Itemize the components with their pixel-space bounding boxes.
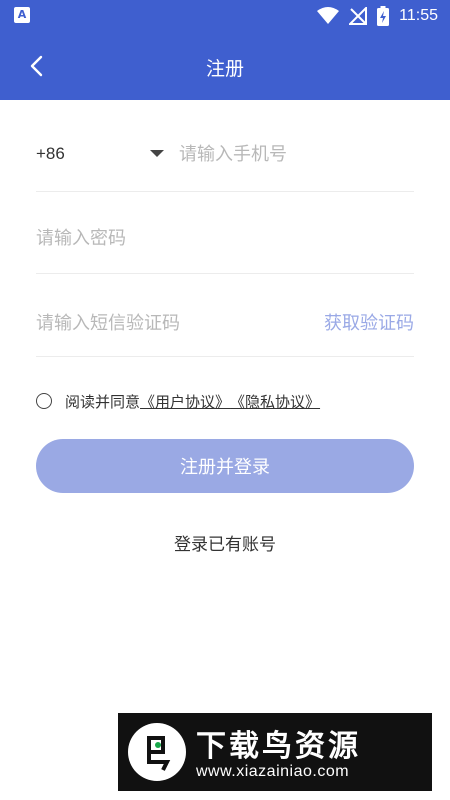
battery-charging-icon (377, 6, 390, 26)
existing-account-login-link[interactable]: 登录已有账号 (0, 530, 450, 555)
notification-icon: A (14, 7, 30, 23)
user-agreement-link[interactable]: 《用户协议》 (140, 391, 230, 412)
agreement-row: 阅读并同意 《用户协议》 《隐私协议》 (36, 389, 320, 413)
sms-code-input[interactable]: 请输入短信验证码 (36, 309, 180, 335)
watermark-url: www.xiazainiao.com (196, 763, 350, 780)
phone-input[interactable]: 请输入手机号 (179, 140, 287, 166)
agree-radio[interactable] (36, 393, 52, 409)
register-login-button[interactable]: 注册并登录 (36, 439, 414, 493)
phone-row: +86 请输入手机号 (36, 118, 414, 192)
watermark-banner: 下载鸟资源 www.xiazainiao.com (118, 713, 432, 791)
country-code-select[interactable]: +86 (36, 144, 65, 164)
wifi-icon (317, 7, 340, 24)
status-bar: A 11:55 (0, 0, 450, 32)
password-row: 请输入密码 (36, 200, 414, 274)
agreement-prefix: 阅读并同意 (65, 392, 141, 411)
watermark-title: 下载鸟资源 (196, 729, 361, 764)
sms-code-row: 请输入短信验证码 获取验证码 (36, 283, 414, 357)
get-code-button[interactable]: 获取验证码 (324, 309, 414, 335)
page-title: 注册 (205, 59, 244, 80)
password-input[interactable]: 请输入密码 (36, 224, 126, 250)
privacy-agreement-link[interactable]: 《隐私协议》 (230, 391, 320, 412)
app-header: 注册 (0, 32, 450, 100)
chevron-down-icon[interactable] (150, 150, 164, 157)
status-time: 11:55 (399, 7, 438, 24)
bird-logo-icon (128, 723, 186, 781)
status-icons: 11:55 (317, 5, 438, 27)
signal-off-icon (349, 7, 368, 25)
